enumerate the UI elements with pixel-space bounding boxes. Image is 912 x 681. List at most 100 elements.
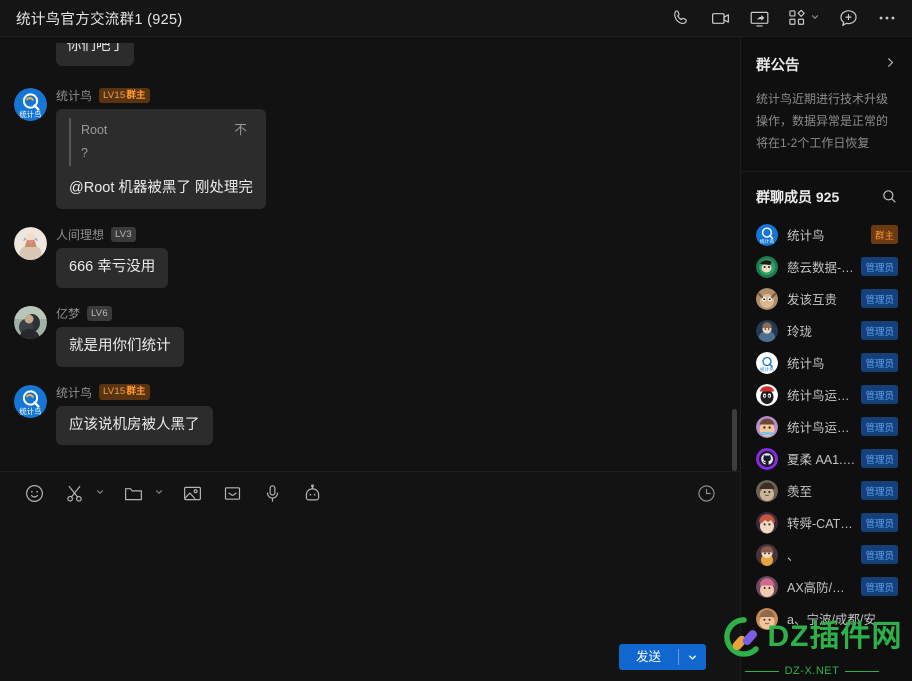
search-icon[interactable] — [882, 189, 897, 204]
message-text: 666 幸亏没用 — [69, 259, 156, 275]
message-input-area[interactable] — [0, 514, 740, 641]
chevron-down-icon — [95, 484, 105, 502]
message-item: 人间理想 LV3 666 幸亏没用 — [0, 226, 740, 288]
list-item[interactable]: 羡至 管理员 — [741, 475, 912, 507]
message-bubble[interactable]: 应该说机房被人黑了 — [56, 405, 213, 446]
right-sidebar: 群公告 统计鸟近期进行技术升级操作，数据异常是正常的 将在1-2个工作日恢复 群… — [740, 37, 912, 681]
member-name: 慈云数据-香... — [787, 261, 855, 276]
avatar — [756, 543, 778, 566]
phone-icon[interactable] — [670, 7, 692, 29]
level-badge: LV6 — [87, 305, 112, 321]
member-name: 发该互贵 — [787, 293, 838, 308]
titlebar-actions — [670, 7, 898, 29]
member-name: 统计鸟运维-03 — [787, 389, 855, 404]
folder-icon[interactable] — [113, 473, 172, 513]
avatar — [756, 415, 778, 438]
message-body: 统计鸟 LV15 群主 Root 不 ? @Root 机器被黑了 刚处理完 — [56, 87, 266, 209]
list-item[interactable]: 玲珑 管理员 — [741, 315, 912, 347]
envelope-icon[interactable] — [212, 473, 252, 513]
announcement-title: 群公告 — [756, 58, 800, 74]
add-chat-icon[interactable] — [837, 7, 859, 29]
page-title: 统计鸟官方交流群1 (925) — [16, 11, 183, 28]
avatar — [756, 383, 778, 406]
partial-message: 你们吧了 — [0, 43, 740, 66]
status-badge: 管理员 — [861, 481, 898, 501]
list-item[interactable]: a、宁波/成都/安徽 ... — [741, 603, 912, 635]
member-name: 统计鸟运维-04 — [787, 421, 855, 436]
level-badge: LV3 — [111, 226, 136, 243]
more-options-icon[interactable] — [876, 7, 898, 29]
member-name: 统计鸟 — [787, 357, 825, 372]
video-camera-icon[interactable] — [709, 7, 731, 29]
message-bubble[interactable]: 就是用你们统计 — [56, 326, 184, 367]
list-item[interactable]: 统计鸟运维-04 管理员 — [741, 411, 912, 443]
message-input[interactable] — [18, 518, 722, 637]
svg-text:统计鸟: 统计鸟 — [19, 110, 41, 119]
members-header: 群聊成员 925 — [741, 172, 912, 219]
message-meta: 统计鸟 LV15 群主 — [56, 87, 266, 104]
members-section: 群聊成员 925 统计鸟 统计鸟 群主 慈云数据-香... 管理员 — [741, 172, 912, 681]
chat-scrollbar[interactable] — [732, 409, 737, 471]
list-item[interactable]: 统计鸟运维-03 管理员 — [741, 379, 912, 411]
status-badge: 管理员 — [861, 289, 898, 309]
svg-text:统计鸟: 统计鸟 — [760, 366, 774, 373]
message-bubble[interactable]: Root 不 ? @Root 机器被黑了 刚处理完 — [56, 109, 266, 209]
member-list: 统计鸟 统计鸟 群主 慈云数据-香... 管理员 发该互贵 管理员 — [741, 219, 912, 681]
quoted-message[interactable]: Root 不 ? — [69, 118, 253, 167]
level-badge: LV15 群主 — [99, 87, 150, 104]
avatar[interactable]: 统计鸟 — [14, 384, 47, 418]
message-bubble[interactable]: 666 幸亏没用 — [56, 248, 169, 288]
sender-name[interactable]: 统计鸟 — [56, 87, 92, 104]
microphone-icon[interactable] — [252, 473, 292, 513]
quote-first-line: Root 不 — [81, 119, 247, 142]
member-name: a、宁波/成都/安徽 ... — [787, 613, 898, 628]
robot-icon[interactable] — [292, 473, 332, 513]
avatar[interactable] — [14, 305, 47, 339]
chevron-right-icon[interactable] — [884, 56, 897, 74]
list-item[interactable]: 发该互贵 管理员 — [741, 283, 912, 315]
chevron-down-icon — [154, 484, 164, 502]
status-badge: 管理员 — [861, 321, 898, 341]
clock-icon[interactable] — [686, 473, 726, 513]
quote-second-line: ? — [81, 146, 88, 161]
sender-name[interactable]: 人间理想 — [56, 226, 104, 243]
scissors-icon[interactable] — [54, 473, 113, 513]
list-item[interactable]: 统计鸟 统计鸟 管理员 — [741, 347, 912, 379]
chat-window: 统计鸟官方交流群1 (925) 你们吧了 统计鸟 统计鸟 LV15 群主 Roo… — [0, 0, 912, 681]
list-item[interactable]: AX高防/云防护/小... 管理员 — [741, 571, 912, 603]
status-badge: 管理员 — [861, 577, 898, 597]
apps-grid-icon[interactable] — [787, 8, 820, 28]
list-item[interactable]: 、 管理员 — [741, 539, 912, 571]
chevron-down-icon[interactable] — [679, 644, 706, 670]
message-item: 统计鸟 统计鸟 LV15 群主 应该说机房被人黑了 — [0, 384, 740, 446]
sender-name[interactable]: 亿梦 — [56, 305, 80, 322]
group-announcement: 群公告 统计鸟近期进行技术升级操作，数据异常是正常的 将在1-2个工作日恢复 — [741, 37, 912, 172]
avatar[interactable] — [14, 227, 47, 260]
role-text: 群主 — [126, 386, 146, 398]
message-body: 亿梦 LV6 就是用你们统计 — [56, 305, 184, 367]
list-item[interactable]: 夏柔 AA1.CN 管理员 — [741, 443, 912, 475]
list-item[interactable]: 统计鸟 统计鸟 群主 — [741, 219, 912, 251]
image-icon[interactable] — [172, 473, 212, 513]
emoji-icon[interactable] — [14, 473, 54, 513]
screen-share-icon[interactable] — [748, 7, 770, 29]
message-bubble[interactable]: 你们吧了 — [56, 43, 134, 66]
role-text: 群主 — [126, 89, 146, 101]
window-titlebar: 统计鸟官方交流群1 (925) — [0, 0, 912, 37]
avatar[interactable]: 统计鸟 — [14, 88, 47, 121]
message-item: 统计鸟 统计鸟 LV15 群主 Root 不 ? @Root 机器被黑了 刚处理… — [0, 87, 740, 209]
avatar: 统计鸟 — [756, 223, 778, 246]
status-badge: 管理员 — [861, 513, 898, 533]
status-badge: 管理员 — [861, 385, 898, 405]
send-button[interactable]: 发送 — [618, 644, 706, 670]
quote-title: Root — [81, 123, 108, 137]
chevron-down-icon — [810, 9, 820, 27]
announcement-header[interactable]: 群公告 — [756, 54, 897, 75]
avatar — [756, 447, 778, 470]
list-item[interactable]: 慈云数据-香... 管理员 — [741, 251, 912, 283]
avatar — [756, 319, 778, 342]
sender-name[interactable]: 统计鸟 — [56, 384, 92, 401]
list-item[interactable]: 转舜-CATIMG 管理员 — [741, 507, 912, 539]
composer-toolbar-right — [686, 473, 726, 513]
level-text: LV15 — [103, 386, 126, 398]
